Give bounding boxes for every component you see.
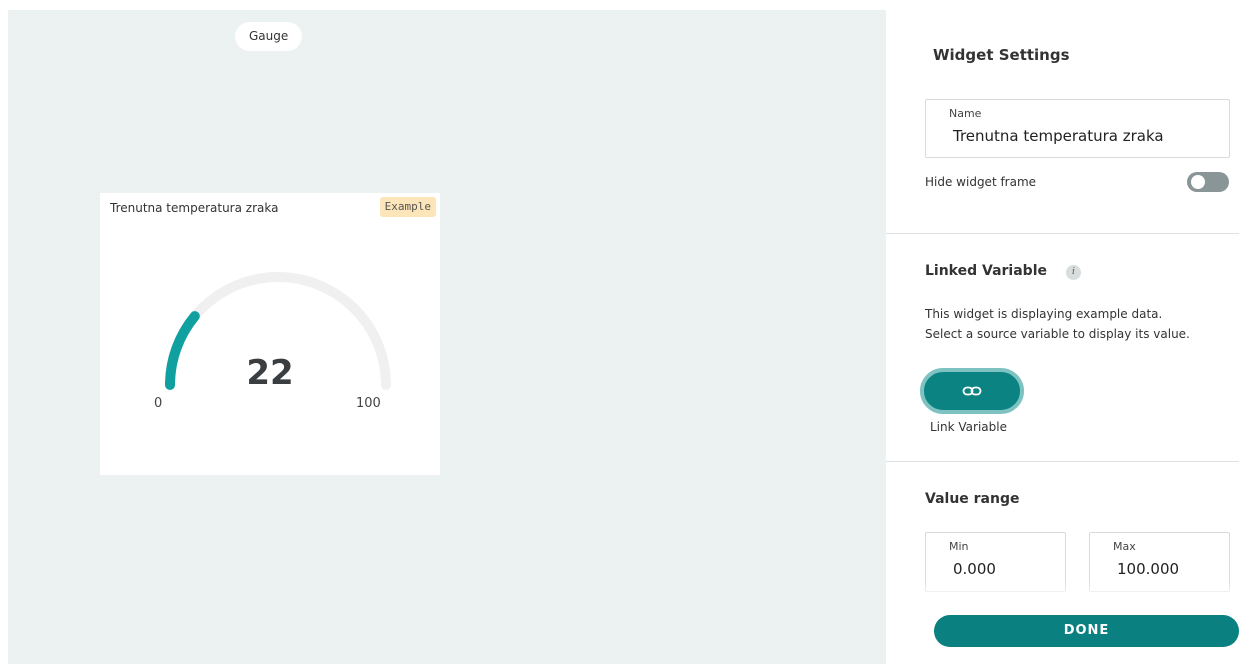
min-field-value[interactable]: 0.000 xyxy=(953,560,996,578)
divider xyxy=(886,461,1239,462)
gauge-min-label: 0 xyxy=(154,396,163,411)
max-field-label: Max xyxy=(1113,540,1136,553)
scroll-fade xyxy=(886,580,1239,600)
done-button[interactable]: DONE xyxy=(934,615,1239,647)
link-variable-label: Link Variable xyxy=(930,420,1007,434)
min-field-label: Min xyxy=(949,540,969,553)
max-field-value[interactable]: 100.000 xyxy=(1117,560,1179,578)
info-icon[interactable]: i xyxy=(1066,265,1081,280)
name-field-label: Name xyxy=(949,107,982,120)
dashboard-canvas: Gauge Trenutna temperatura zraka Example… xyxy=(8,10,886,664)
gauge-max-label: 100 xyxy=(356,396,381,411)
toggle-knob xyxy=(1191,175,1205,189)
divider xyxy=(886,233,1239,234)
gauge-value: 22 xyxy=(246,353,294,393)
panel-title: Widget Settings xyxy=(933,46,1070,64)
hide-frame-label: Hide widget frame xyxy=(925,175,1037,189)
value-range-title: Value range xyxy=(925,491,1020,507)
linked-variable-desc-1: This widget is displaying example data. xyxy=(925,307,1163,321)
name-field-value[interactable]: Trenutna temperatura zraka xyxy=(953,127,1164,145)
linked-variable-desc-2: Select a source variable to display its … xyxy=(925,327,1190,341)
gauge-widget[interactable]: Trenutna temperatura zraka Example 22 0 … xyxy=(100,193,440,475)
link-variable-button[interactable] xyxy=(920,368,1024,414)
gauge-graphic xyxy=(165,272,391,390)
hide-frame-toggle[interactable] xyxy=(1187,172,1229,192)
linked-variable-title: Linked Variable xyxy=(925,263,1047,279)
widget-type-pill: Gauge xyxy=(235,22,303,51)
widget-settings-panel: Widget Settings Name Trenutna temperatur… xyxy=(886,0,1239,664)
link-icon xyxy=(962,386,982,396)
name-field[interactable]: Name Trenutna temperatura zraka xyxy=(925,99,1230,158)
